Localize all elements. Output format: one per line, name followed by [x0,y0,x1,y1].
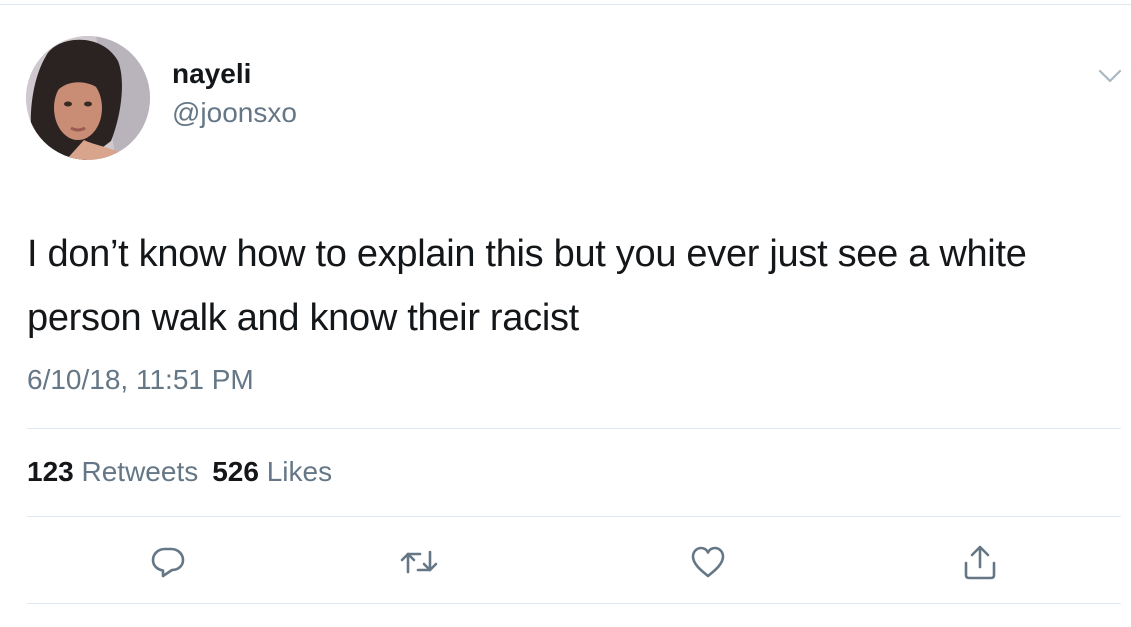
avatar[interactable] [26,36,150,160]
retweets-stat[interactable]: 123 Retweets [27,456,198,487]
retweets-count: 123 [27,456,74,487]
avatar-photo [26,36,150,160]
tweet-text: I don’t know how to explain this but you… [27,233,1027,339]
tweet-timestamp: 6/10/18, 11:51 PM [27,364,254,395]
reply-button[interactable] [146,540,190,584]
share-button[interactable] [958,540,1002,584]
heart-icon [691,546,725,578]
likes-label: Likes [266,456,333,487]
likes-stat[interactable]: 526 Likes [212,456,332,487]
display-name[interactable]: nayeli [172,58,251,90]
tweet-stats: 123 Retweets 526 Likes [27,456,332,488]
like-button[interactable] [686,540,730,584]
retweets-label: Retweets [81,456,199,487]
divider [27,428,1121,429]
divider [27,603,1121,604]
top-divider [0,4,1131,5]
chevron-down-icon[interactable] [1097,66,1123,86]
retweet-icon [400,550,438,574]
user-handle[interactable]: @joonsxo [172,97,297,129]
retweet-button[interactable] [397,540,441,584]
reply-icon [151,547,185,578]
likes-count: 526 [212,456,259,487]
divider [27,516,1121,517]
share-icon [964,545,996,580]
